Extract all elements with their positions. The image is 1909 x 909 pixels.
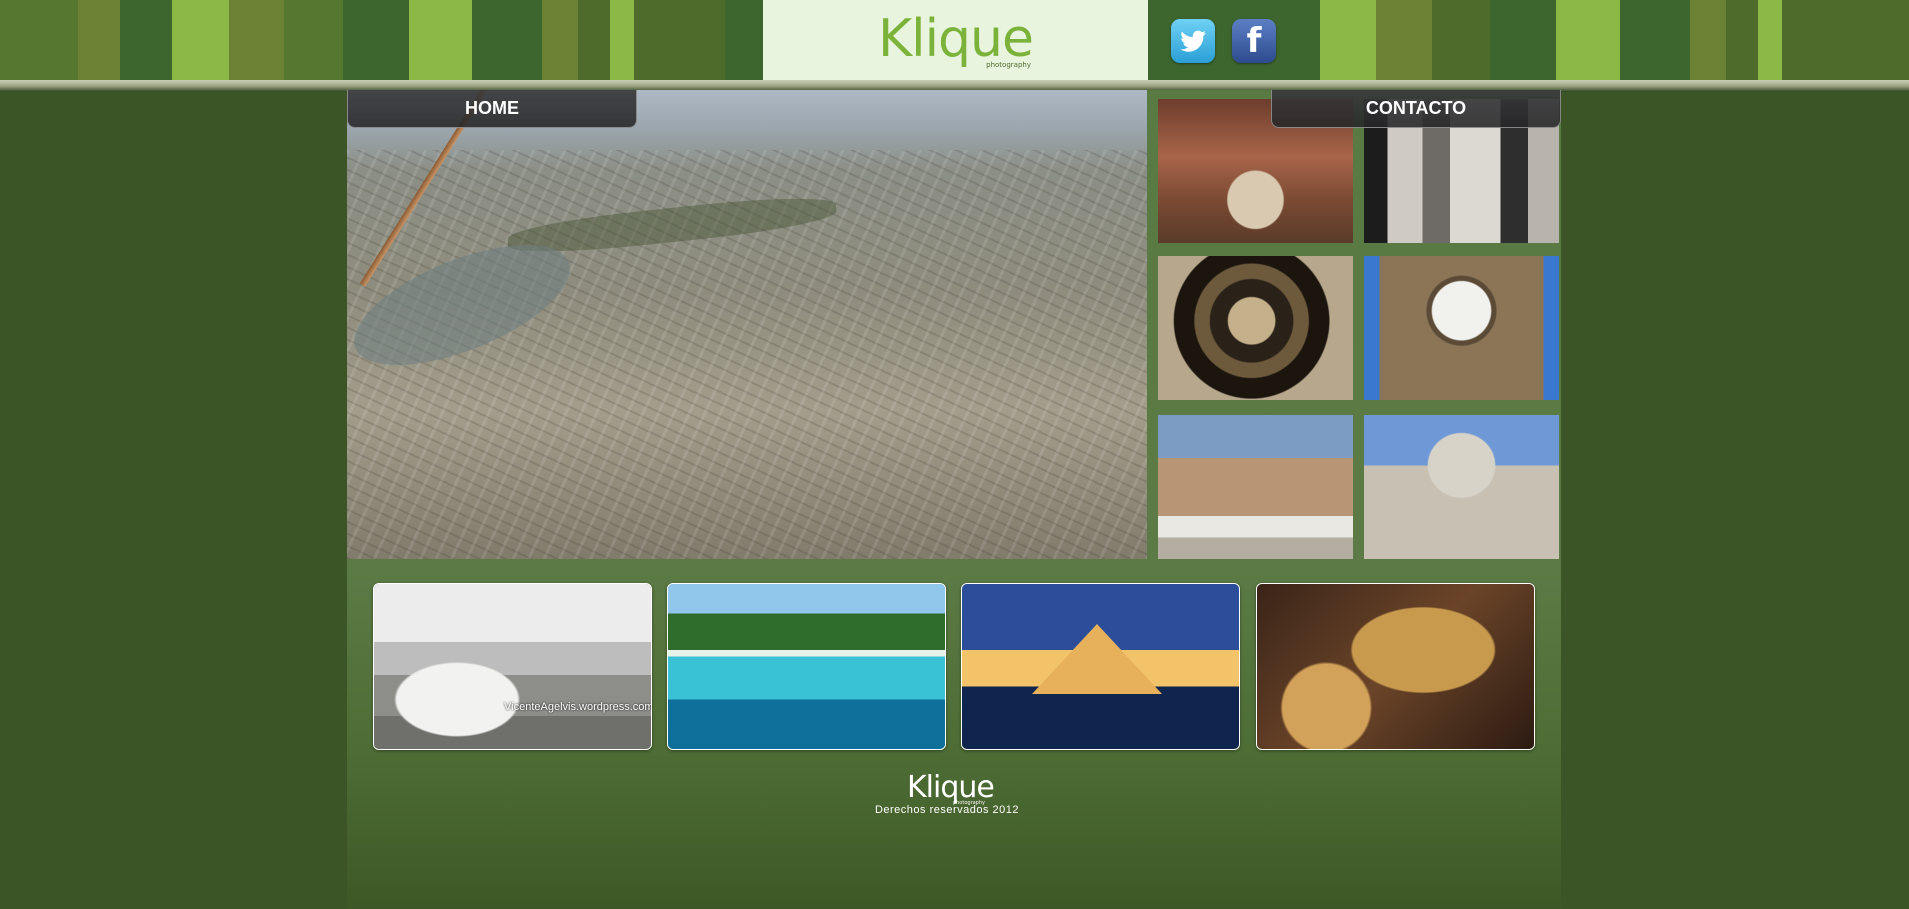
header-stripe bbox=[78, 0, 120, 82]
header-stripe bbox=[578, 0, 610, 82]
copyright-text: Derechos reservados 2012 bbox=[874, 804, 1020, 816]
header-stripe bbox=[343, 0, 409, 82]
header-stripe bbox=[542, 0, 578, 82]
photo-image bbox=[668, 584, 945, 749]
logo-text: Klique bbox=[878, 9, 1034, 69]
city-rooftops-photo[interactable] bbox=[1158, 415, 1353, 559]
facebook-button[interactable]: f bbox=[1232, 19, 1276, 63]
header-stripe bbox=[229, 0, 284, 82]
twitter-button[interactable] bbox=[1171, 19, 1215, 63]
header-stripe bbox=[1432, 0, 1490, 82]
header-stripe bbox=[610, 0, 634, 82]
footer-logo: Klique photography bbox=[907, 770, 995, 806]
twitter-bird-icon bbox=[1180, 30, 1206, 52]
thumb-image bbox=[1364, 415, 1559, 559]
header-stripe bbox=[1490, 0, 1556, 82]
header-stripe bbox=[634, 0, 725, 82]
nav-home-tab[interactable]: HOME bbox=[347, 90, 637, 128]
cathedral-photo[interactable] bbox=[1364, 415, 1559, 559]
pyramid-shape bbox=[1032, 624, 1162, 694]
header-stripe bbox=[120, 0, 172, 82]
tropical-beach-boat-photo[interactable] bbox=[667, 583, 946, 750]
food-platter-photo[interactable] bbox=[1256, 583, 1535, 750]
logo-subtext: photography bbox=[986, 61, 1031, 69]
header-stripe bbox=[1320, 0, 1376, 82]
header-logo-box[interactable]: Klique photography bbox=[763, 0, 1148, 82]
clock-tower-photo[interactable] bbox=[1364, 256, 1559, 400]
header-stripe bbox=[725, 0, 763, 82]
main-content: HOME CONTACTO VicenteAgelvis.wordpress.c… bbox=[347, 90, 1561, 909]
header-stripe bbox=[409, 0, 472, 82]
header-stripe bbox=[1690, 0, 1726, 82]
photo-watermark: VicenteAgelvis.wordpress.com bbox=[504, 701, 652, 713]
header-stripe bbox=[472, 0, 542, 82]
nav-contact-tab[interactable]: CONTACTO bbox=[1271, 90, 1561, 128]
header-stripe bbox=[1376, 0, 1432, 82]
header-stripe bbox=[1758, 0, 1782, 82]
thumb-image bbox=[1158, 256, 1353, 400]
glass-pyramid-night-photo[interactable] bbox=[961, 583, 1240, 750]
thumb-image bbox=[1158, 415, 1353, 559]
wedding-couple-photo[interactable]: VicenteAgelvis.wordpress.com bbox=[373, 583, 652, 750]
photo-image bbox=[1257, 584, 1534, 749]
header-stripe bbox=[172, 0, 229, 82]
site-logo: Klique photography bbox=[878, 13, 1034, 69]
aerial-city-photo[interactable] bbox=[347, 90, 1147, 559]
thumb-image bbox=[1364, 256, 1559, 400]
header-stripe bbox=[1620, 0, 1690, 82]
header-stripe bbox=[1556, 0, 1620, 82]
header-stripe bbox=[1782, 0, 1909, 82]
header-stripe bbox=[0, 0, 78, 82]
globe-sculpture-photo[interactable] bbox=[1158, 256, 1353, 400]
header-stripe bbox=[1726, 0, 1758, 82]
header-banner: Klique photography f bbox=[0, 0, 1909, 82]
header-stripe bbox=[284, 0, 343, 82]
facebook-f-icon: f bbox=[1246, 21, 1262, 61]
photo-image bbox=[374, 584, 651, 749]
